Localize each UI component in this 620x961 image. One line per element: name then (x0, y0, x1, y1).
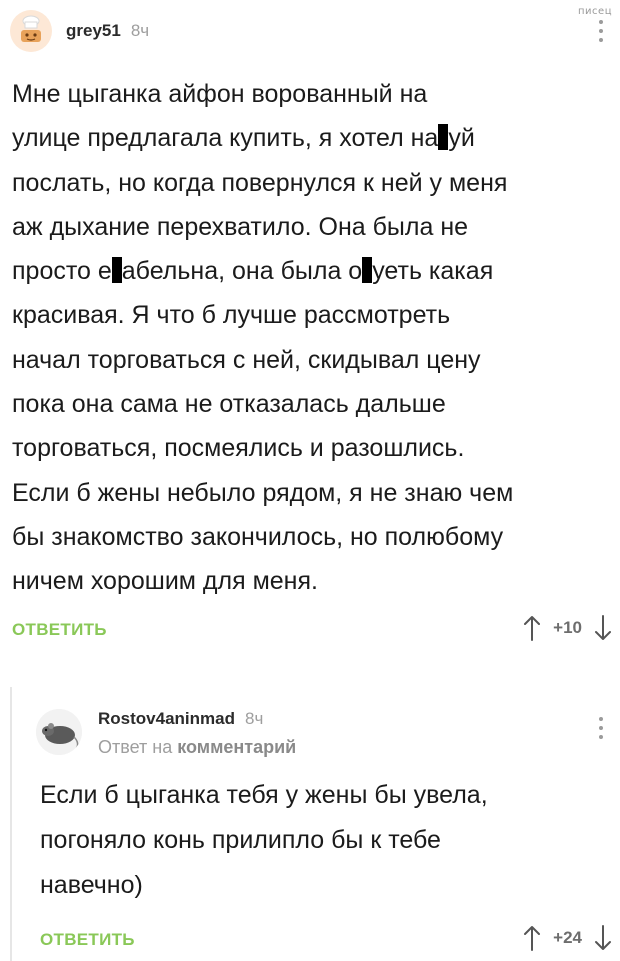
comment-header: grey51 8ч (10, 10, 149, 52)
upvote-arrow-icon[interactable] (523, 614, 541, 642)
thread-line (10, 687, 12, 961)
username[interactable]: grey51 (66, 21, 121, 41)
upvote-arrow-icon[interactable] (523, 924, 541, 952)
vote-controls: +10 (523, 614, 612, 642)
censor-bar (438, 124, 449, 151)
reply-to: Ответ на комментарий (98, 737, 296, 758)
comment-text: Если б цыганка тебя у жены бы увела, пог… (40, 781, 488, 899)
timestamp: 8ч (244, 709, 264, 728)
rating: +24 (553, 928, 582, 947)
reply-button[interactable]: ОТВЕТИТЬ (40, 930, 135, 950)
avatar[interactable] (10, 10, 52, 52)
reply-prefix: Ответ на (98, 737, 173, 757)
censor-bar (362, 257, 373, 284)
avatar[interactable] (36, 709, 82, 755)
username[interactable]: Rostov4aninmad (98, 709, 235, 729)
censor-bar (111, 257, 122, 284)
rat-avatar-icon (36, 709, 82, 755)
reply-button[interactable]: ОТВЕТИТЬ (12, 620, 107, 640)
more-menu-icon[interactable] (598, 717, 604, 739)
vote-controls: +24 (523, 924, 612, 952)
downvote-arrow-icon[interactable] (594, 924, 612, 952)
chef-avatar-icon (10, 10, 52, 52)
comment-actions: ОТВЕТИТЬ (40, 930, 135, 950)
comment-Rostov4aninmad: Rostov4aninmad 8ч Ответ на комментарий Е… (0, 665, 620, 961)
reply-target-link[interactable]: комментарий (177, 737, 296, 757)
comment-actions: ОТВЕТИТЬ (12, 620, 107, 640)
timestamp: 8ч (130, 21, 150, 40)
more-menu-icon[interactable] (598, 20, 604, 42)
comment-grey51: grey51 8ч Мне цыганка айфон ворованный н… (0, 0, 620, 665)
rating: +10 (553, 618, 582, 637)
comment-header: Rostov4aninmad 8ч (98, 709, 263, 729)
downvote-arrow-icon[interactable] (594, 614, 612, 642)
comment-text: Мне цыганка айфон ворованный на улице пр… (12, 80, 514, 596)
